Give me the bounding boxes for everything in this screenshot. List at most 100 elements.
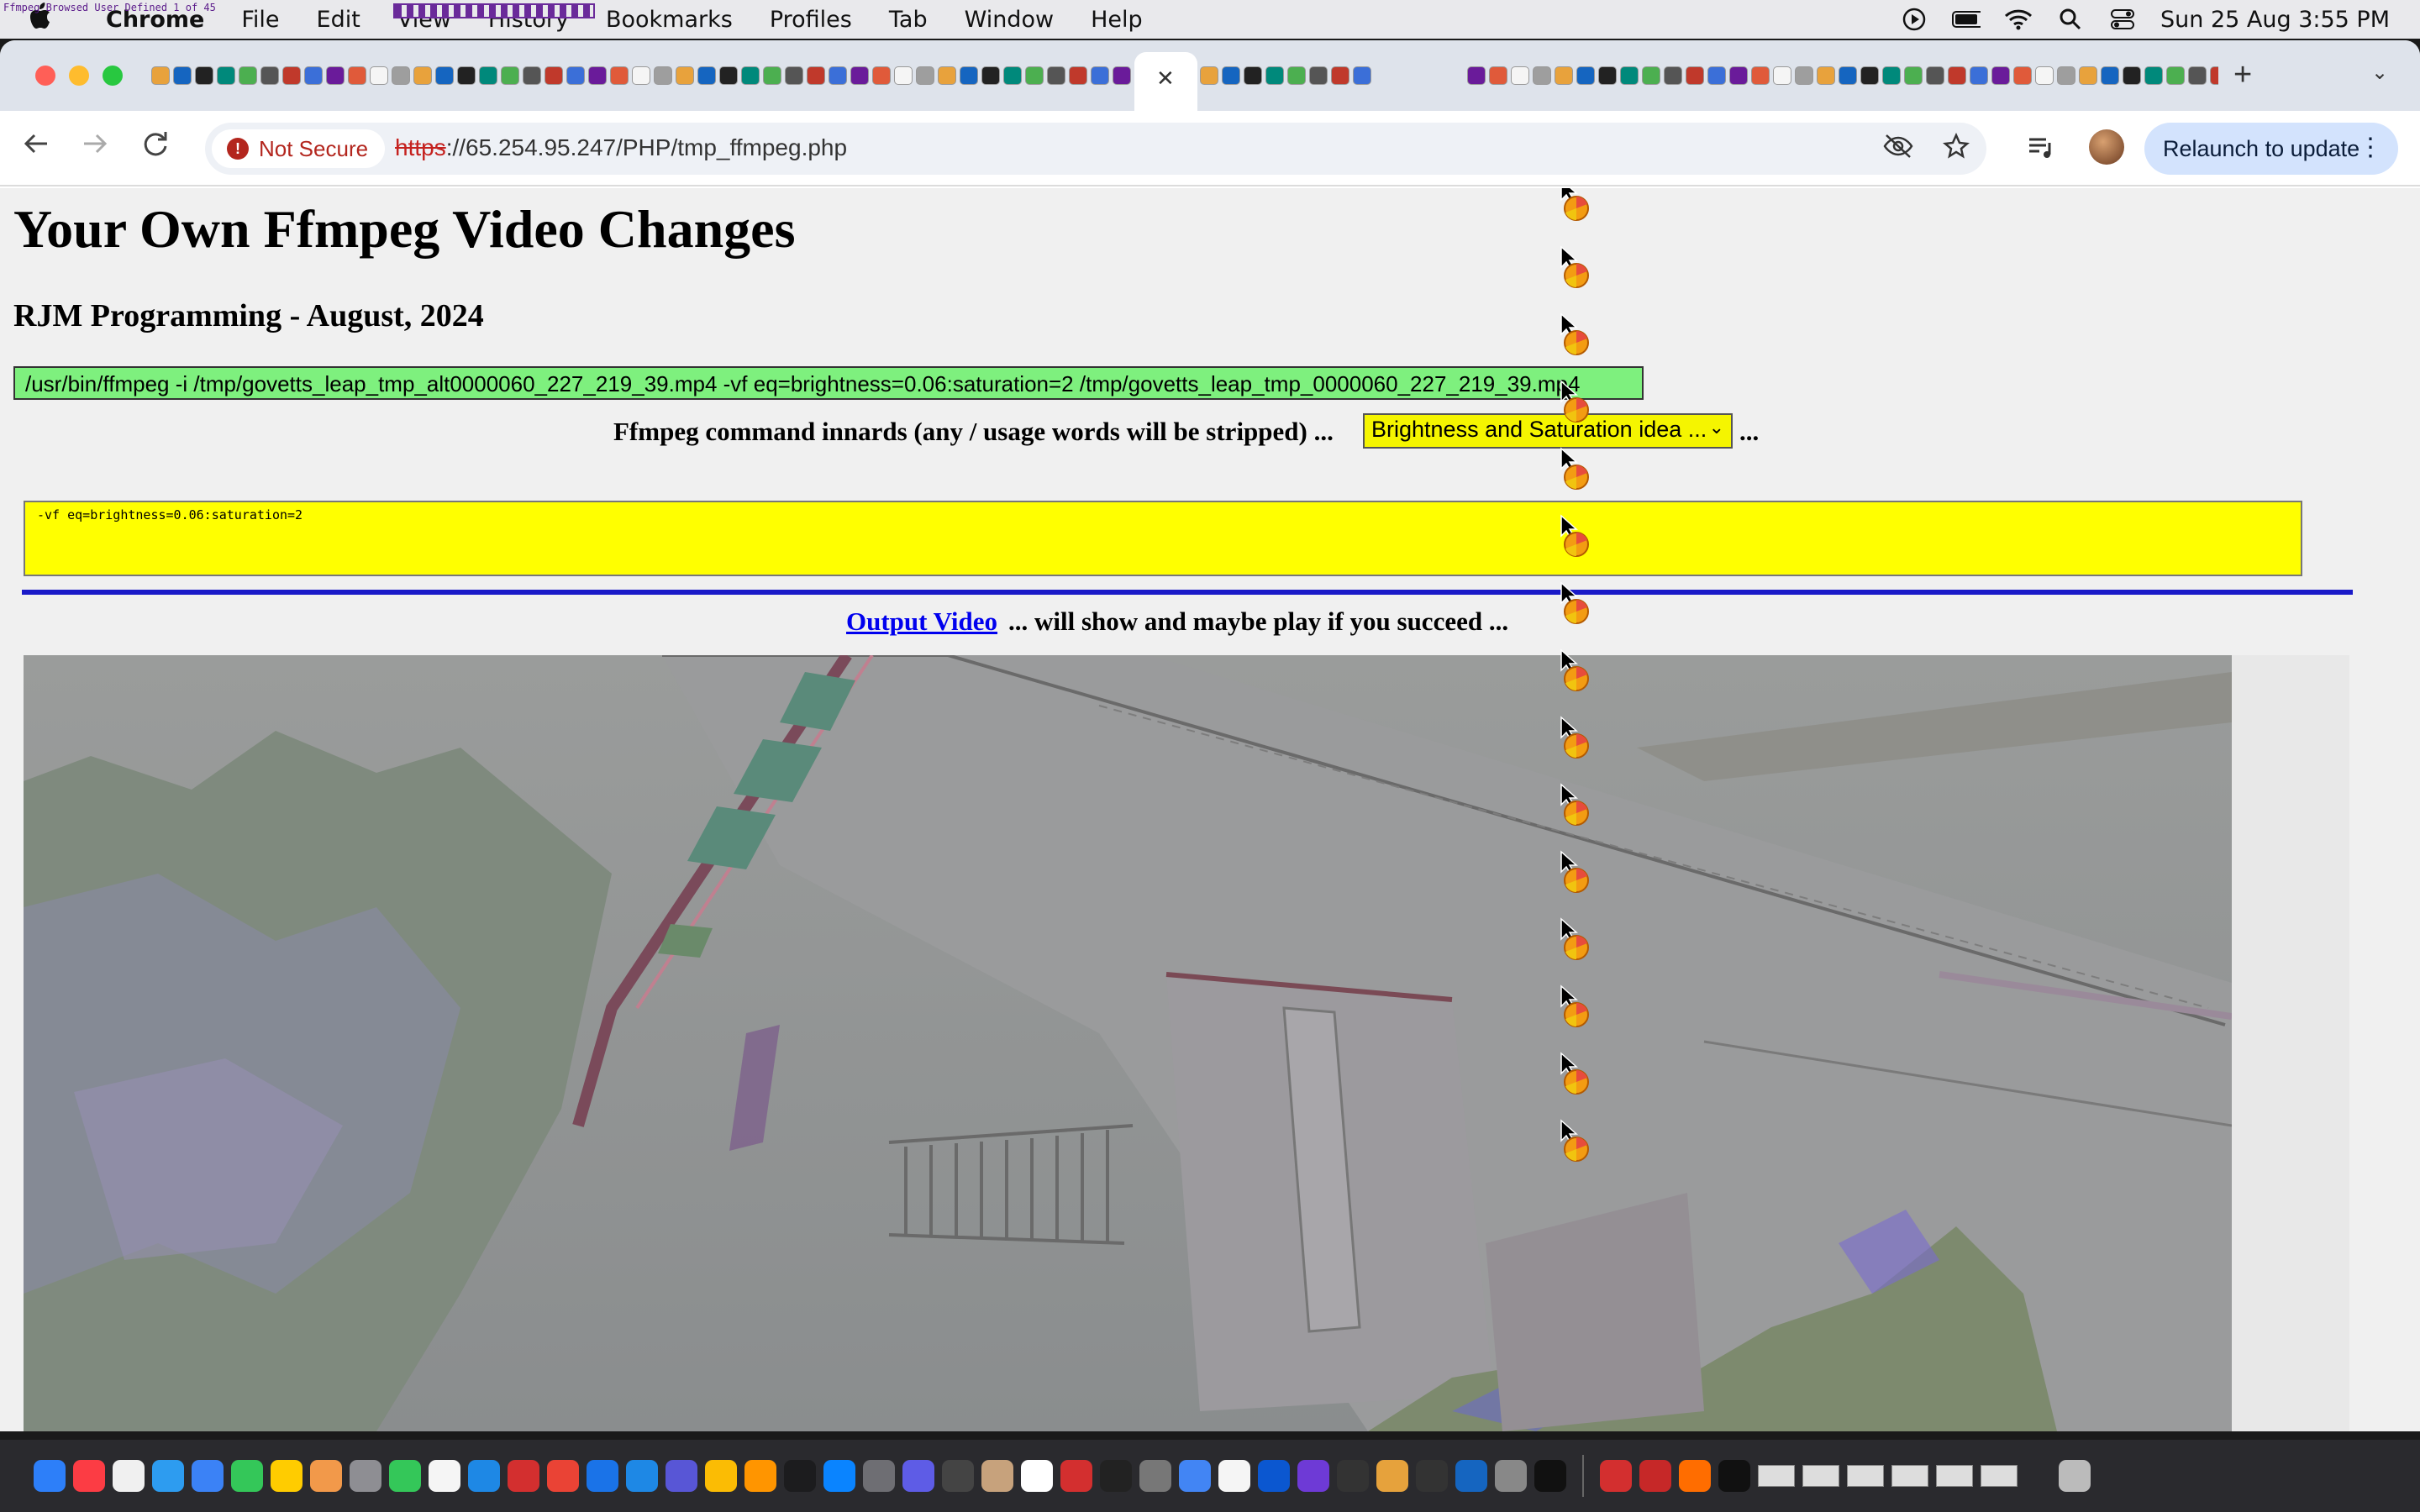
tab-favicon[interactable] [151,66,170,85]
tab-favicon[interactable] [2123,66,2141,85]
tab-favicon[interactable] [1664,66,1682,85]
tab-favicon[interactable] [1729,66,1748,85]
tab-favicon[interactable] [1331,66,1349,85]
tab-favicon[interactable] [1287,66,1306,85]
dock-app-icon[interactable] [1139,1460,1171,1492]
tab-favicon[interactable] [326,66,345,85]
spotlight-search-icon[interactable] [2056,8,2085,31]
tab-favicon[interactable] [566,66,585,85]
menu-help[interactable]: Help [1072,7,1161,33]
dock-app-icon[interactable] [1600,1460,1632,1492]
play-icon[interactable] [1900,8,1928,31]
output-video-link[interactable]: Output Video [846,606,997,637]
more-menu-icon[interactable]: ⋮ [2358,133,2383,162]
tab-favicon[interactable] [1576,66,1595,85]
tab-favicon[interactable] [588,66,607,85]
tab-favicon[interactable] [1620,66,1639,85]
dock-app-icon[interactable] [1258,1460,1290,1492]
tab-favicon[interactable] [1686,66,1704,85]
reload-button[interactable] [141,129,170,165]
tab-favicon[interactable] [610,66,629,85]
dock-app-icon[interactable] [1297,1460,1329,1492]
menu-window[interactable]: Window [946,7,1072,33]
dock-app-icon[interactable] [547,1460,579,1492]
tab-favicon[interactable] [1467,66,1486,85]
dock-minimized-window[interactable] [1936,1465,1973,1487]
innards-textarea[interactable]: -vf eq=brightness=0.06:saturation=2 [24,501,2302,576]
dock-app-icon[interactable] [1218,1460,1250,1492]
tab-favicon[interactable] [1200,66,1218,85]
dock-app-icon[interactable] [350,1460,381,1492]
tab-favicon[interactable] [829,66,847,85]
tab-favicon[interactable] [697,66,716,85]
tab-favicon[interactable] [195,66,213,85]
tab-favicon[interactable] [1555,66,1573,85]
url-text[interactable]: https://65.254.95.247/PHP/tmp_ffmpeg.php [395,134,847,161]
tab-favicon[interactable] [850,66,869,85]
tab-favicon[interactable] [960,66,978,85]
dock-app-icon[interactable] [1021,1460,1053,1492]
tab-favicon[interactable] [2144,66,2163,85]
menu-file[interactable]: File [223,7,297,33]
tab-favicon[interactable] [1882,66,1901,85]
tab-favicon[interactable] [260,66,279,85]
tab-favicon[interactable] [370,66,388,85]
tab-favicon[interactable] [239,66,257,85]
tab-favicon[interactable] [2188,66,2207,85]
tab-favicon[interactable] [2013,66,2032,85]
tab-favicon[interactable] [981,66,1000,85]
dock-app-icon[interactable] [310,1460,342,1492]
address-bar[interactable]: ! Not Secure https://65.254.95.247/PHP/t… [205,123,1986,175]
dock-app-icon[interactable] [1495,1460,1527,1492]
tab-favicon[interactable] [2035,66,2054,85]
dock-app-icon[interactable] [152,1460,184,1492]
tab-favicon[interactable] [938,66,956,85]
tab-favicon[interactable] [1948,66,1966,85]
dock-minimized-window[interactable] [1758,1465,1795,1487]
zoom-window-button[interactable] [103,66,123,86]
tab-favicon[interactable] [479,66,497,85]
tab-favicon[interactable] [741,66,760,85]
tab-favicon[interactable] [2210,66,2218,85]
dock-minimized-window[interactable] [1891,1465,1928,1487]
battery-icon[interactable] [1952,8,1981,31]
tab-favicon[interactable] [282,66,301,85]
bookmark-star-icon[interactable] [1943,132,1970,166]
tab-favicon[interactable] [457,66,476,85]
dock-app-icon[interactable] [1534,1460,1566,1492]
profile-avatar[interactable] [2089,129,2124,165]
dock-app-icon[interactable] [1718,1460,1750,1492]
dock-app-icon[interactable] [1455,1460,1487,1492]
idea-select[interactable]: Brightness and Saturation idea ... ⌄ [1363,413,1733,449]
tab-favicon[interactable] [1047,66,1065,85]
tab-favicon[interactable] [676,66,694,85]
tab-favicon[interactable] [1113,66,1131,85]
trash-icon[interactable] [2059,1460,2091,1492]
dock-app-icon[interactable] [705,1460,737,1492]
tab-favicon[interactable] [1598,66,1617,85]
wifi-icon[interactable] [2004,8,2033,31]
dock-app-icon[interactable] [1679,1460,1711,1492]
tab-favicon[interactable] [217,66,235,85]
dock-minimized-window[interactable] [1802,1465,1839,1487]
tab-favicon[interactable] [916,66,934,85]
site-security-chip[interactable]: ! Not Secure [212,129,386,168]
tab-favicon[interactable] [173,66,192,85]
control-center-icon[interactable] [2108,8,2137,31]
tab-favicon[interactable] [1069,66,1087,85]
dock-app-icon[interactable] [231,1460,263,1492]
dock-app-icon[interactable] [429,1460,460,1492]
tab-favicon[interactable] [1817,66,1835,85]
tab-search-chevron-icon[interactable]: ⌄ [2371,60,2388,85]
tab-favicon[interactable] [632,66,650,85]
dock-app-icon[interactable] [508,1460,539,1492]
tab-favicon[interactable] [1353,66,1371,85]
tab-favicon[interactable] [1265,66,1284,85]
clock[interactable]: Sun 25 Aug 3:55 PM [2160,7,2390,33]
tab-favicon[interactable] [1970,66,1988,85]
dock-app-icon[interactable] [744,1460,776,1492]
dock-app-icon[interactable] [113,1460,145,1492]
tab-favicon[interactable] [1926,66,1944,85]
tab-favicon[interactable] [1751,66,1770,85]
dock-app-icon[interactable] [468,1460,500,1492]
